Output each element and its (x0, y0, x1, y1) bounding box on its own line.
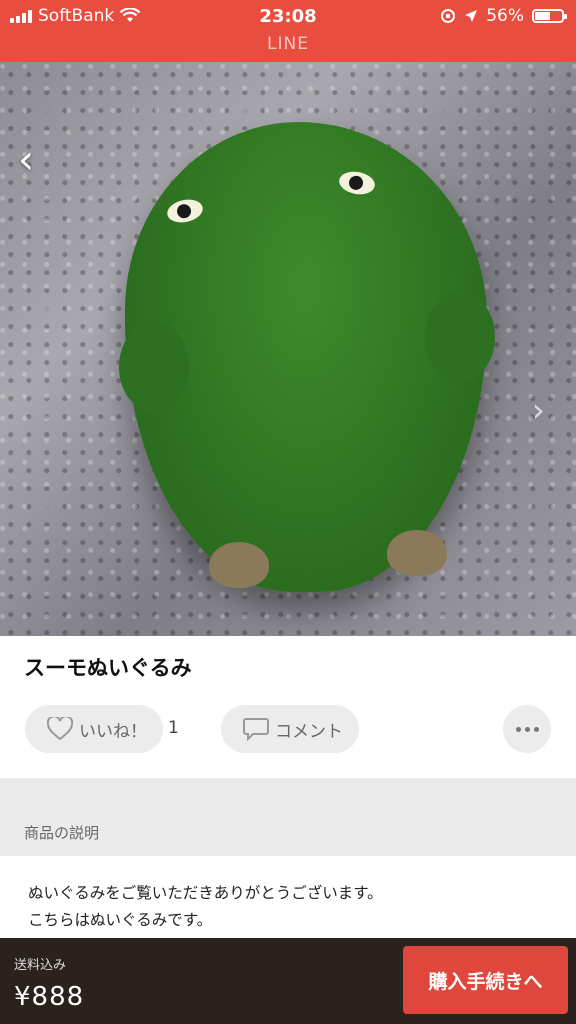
like-count: 1 (168, 718, 179, 738)
more-dot-icon (524, 726, 530, 732)
item-title: スーモぬいぐるみ (24, 656, 192, 680)
more-dot-icon (515, 726, 521, 732)
more-options-button[interactable] (503, 705, 551, 753)
section-label: 商品の説明 (24, 824, 100, 842)
description-line: こちらはぬいぐるみです。 (28, 911, 213, 929)
orientation-lock-icon (441, 9, 456, 23)
item-description: ぬいぐるみをご覧いただきありがとうございます。 こちらはぬいぐるみです。 (28, 880, 383, 934)
status-indicators: 56% (440, 6, 567, 26)
chevron-left-icon[interactable]: ‹ (18, 140, 44, 180)
plush-left-eye (165, 196, 205, 226)
plush-right-foot (387, 530, 447, 576)
location-arrow-icon (465, 10, 478, 22)
plush-left-foot (209, 542, 269, 588)
description-section-header: 商品の説明 (0, 778, 576, 856)
like-label: いいね！ (79, 721, 147, 742)
comment-label: コメント (275, 721, 343, 742)
heart-icon (47, 717, 73, 741)
app-name: LINE (267, 34, 309, 54)
battery-percent: 56% (486, 6, 524, 26)
chevron-right-icon[interactable]: › (532, 392, 560, 428)
purchase-button[interactable]: 購入手続きへ (403, 946, 568, 1014)
comment-button[interactable]: コメント (221, 705, 359, 753)
product-photo[interactable]: ‹ › (0, 62, 576, 636)
price: ¥888 (14, 982, 85, 1012)
plush-right-eye (337, 169, 377, 197)
like-button[interactable]: いいね！ (25, 705, 163, 753)
status-bar: SoftBank 23:08 56% LINE (0, 0, 576, 62)
plush-right-arm (425, 292, 495, 382)
description-line: ぬいぐるみをご覧いただきありがとうございます。 (28, 884, 383, 902)
speech-bubble-icon (243, 718, 269, 741)
purchase-bar: 送料込み ¥888 購入手続きへ (0, 938, 576, 1024)
shipping-label: 送料込み (14, 958, 67, 973)
plush-left-arm (119, 322, 189, 412)
more-dot-icon (533, 726, 539, 732)
plush-toy-image (119, 122, 495, 592)
battery-icon (532, 9, 567, 23)
battery-level (535, 12, 550, 20)
